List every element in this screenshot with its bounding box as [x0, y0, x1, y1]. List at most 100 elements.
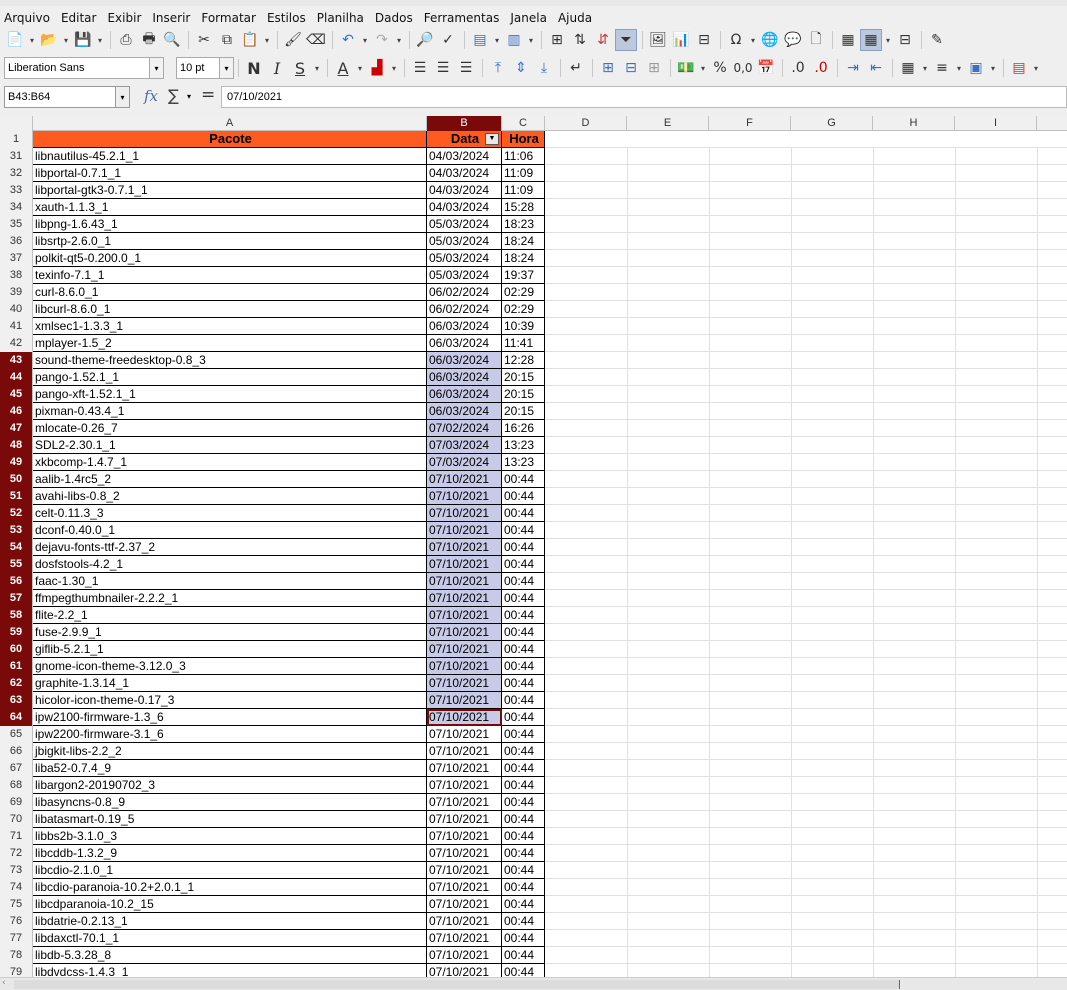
cell-hora[interactable]: 15:28 [502, 199, 545, 216]
cell-pacote[interactable]: SDL2-2.30.1_1 [33, 437, 427, 454]
cell-hora[interactable]: 00:44 [502, 471, 545, 488]
cell-pacote[interactable]: aalib-1.4rc5_2 [33, 471, 427, 488]
define-print-area-icon[interactable]: ▦ [837, 29, 859, 51]
cell-pacote[interactable]: avahi-libs-0.8_2 [33, 488, 427, 505]
row-number[interactable]: 60 [0, 641, 33, 658]
cell-data[interactable]: 07/10/2021 [427, 505, 502, 522]
cell-hora[interactable]: 00:44 [502, 607, 545, 624]
cell-hora[interactable]: 00:44 [502, 743, 545, 760]
cell-data[interactable]: 07/10/2021 [427, 522, 502, 539]
menu-item[interactable]: Inserir [152, 11, 190, 25]
cell-data[interactable]: 04/03/2024 [427, 182, 502, 199]
row-number[interactable]: 42 [0, 335, 33, 352]
row-number[interactable]: 52 [0, 505, 33, 522]
column-header-a[interactable]: A [33, 116, 427, 131]
column-header-i[interactable]: I [955, 116, 1037, 131]
cell-hora[interactable]: 00:44 [502, 896, 545, 913]
cell-hora[interactable]: 00:44 [502, 573, 545, 590]
cell-data[interactable]: 06/03/2024 [427, 369, 502, 386]
row-icon[interactable]: ▤ [469, 29, 491, 51]
auto-filter-chart-icon[interactable]: ⊞ [546, 29, 568, 51]
cell-pacote[interactable]: graphite-1.3.14_1 [33, 675, 427, 692]
cell-data[interactable]: 06/03/2024 [427, 386, 502, 403]
sort-descending-icon[interactable]: ⇵ [592, 29, 614, 51]
border-style-icon[interactable]: ≡ [931, 57, 953, 79]
cell-data[interactable]: 07/10/2021 [427, 539, 502, 556]
font-name-box[interactable]: Liberation Sans ▾ [4, 57, 164, 79]
autofilter-icon[interactable]: ⏷ [615, 29, 637, 51]
cell-data[interactable]: 07/10/2021 [427, 675, 502, 692]
currency-format-icon[interactable]: 💵 [675, 57, 697, 79]
cell-data[interactable]: 06/03/2024 [427, 335, 502, 352]
font-color-button[interactable]: A [332, 57, 354, 79]
cell-data[interactable]: 06/02/2024 [427, 301, 502, 318]
cell-hora[interactable]: 00:44 [502, 522, 545, 539]
row-number[interactable]: 34 [0, 199, 33, 216]
chevron-down-icon[interactable]: ▾ [219, 58, 233, 78]
cell-hora[interactable]: 00:44 [502, 794, 545, 811]
align-bottom-icon[interactable]: ⤓ [533, 57, 555, 79]
cell-hora[interactable]: 20:15 [502, 403, 545, 420]
row-number[interactable]: 71 [0, 828, 33, 845]
cell-pacote[interactable]: libdatrie-0.2.13_1 [33, 913, 427, 930]
column-icon[interactable]: ▥ [503, 29, 525, 51]
cell-hora[interactable]: 00:44 [502, 930, 545, 947]
chevron-down-icon[interactable]: ▾ [187, 92, 191, 101]
cell-pacote[interactable]: ffmpegthumbnailer-2.2.2_1 [33, 590, 427, 607]
chevron-down-icon[interactable]: ▾ [988, 57, 998, 79]
cell-pacote[interactable]: ipw2200-firmware-3.1_6 [33, 726, 427, 743]
hyperlink-icon[interactable]: 🌐 [759, 29, 781, 51]
menu-item[interactable]: Estilos [267, 11, 306, 25]
cell-pacote[interactable]: libdaxctl-70.1_1 [33, 930, 427, 947]
cell-data[interactable]: 07/10/2021 [427, 760, 502, 777]
wrap-text-icon[interactable]: ↵ [565, 57, 587, 79]
chevron-down-icon[interactable]: ▾ [698, 57, 708, 79]
cell-hora[interactable]: 02:29 [502, 284, 545, 301]
chevron-down-icon[interactable]: ▾ [394, 29, 404, 51]
cell-hora[interactable]: 13:23 [502, 454, 545, 471]
row-number[interactable]: 39 [0, 284, 33, 301]
row-number[interactable]: 1 [0, 131, 33, 148]
cell-hora[interactable]: 00:44 [502, 658, 545, 675]
cell-pacote[interactable]: pango-1.52.1_1 [33, 369, 427, 386]
delete-decimal-icon[interactable]: .0 [810, 57, 832, 79]
cell-data[interactable]: 04/03/2024 [427, 148, 502, 165]
cell-hora[interactable]: 19:37 [502, 267, 545, 284]
cell-data[interactable]: 07/10/2021 [427, 896, 502, 913]
cell-hora[interactable]: 12:28 [502, 352, 545, 369]
cell-hora[interactable]: 00:44 [502, 879, 545, 896]
cell-data[interactable]: 07/10/2021 [427, 556, 502, 573]
cell-pacote[interactable]: mlocate-0.26_7 [33, 420, 427, 437]
cell-hora[interactable]: 00:44 [502, 709, 545, 726]
copy-icon[interactable]: ⧉ [216, 29, 238, 51]
cell-hora[interactable]: 00:44 [502, 692, 545, 709]
menu-item[interactable]: Planilha [317, 11, 364, 25]
align-top-icon[interactable]: ⤒ [487, 57, 509, 79]
cell-data[interactable]: 07/10/2021 [427, 794, 502, 811]
cell-hora[interactable]: 00:44 [502, 760, 545, 777]
headers-footers-icon[interactable]: 🗋 [805, 29, 827, 51]
cell-data[interactable]: 07/10/2021 [427, 811, 502, 828]
select-all-corner[interactable] [0, 116, 33, 131]
menu-item[interactable]: Editar [61, 11, 97, 25]
cell-hora[interactable]: 00:44 [502, 913, 545, 930]
highlight-color-icon[interactable]: ▟ [366, 57, 388, 79]
cell-pacote[interactable]: libdb-5.3.28_8 [33, 947, 427, 964]
comment-icon[interactable]: 💬 [782, 29, 804, 51]
row-number[interactable]: 36 [0, 233, 33, 250]
cell-data[interactable]: 07/10/2021 [427, 488, 502, 505]
chevron-down-icon[interactable]: ▾ [526, 29, 536, 51]
merge-cells-icon[interactable]: ⊟ [620, 57, 642, 79]
row-number[interactable]: 59 [0, 624, 33, 641]
chevron-down-icon[interactable]: ▾ [27, 29, 37, 51]
row-number[interactable]: 54 [0, 539, 33, 556]
cell-data[interactable]: 07/10/2021 [427, 709, 502, 726]
row-number[interactable]: 74 [0, 879, 33, 896]
print-icon[interactable]: 🖶 [138, 29, 160, 51]
cell-pacote[interactable]: texinfo-7.1_1 [33, 267, 427, 284]
row-number[interactable]: 50 [0, 471, 33, 488]
conditional-format-icon[interactable]: ▤ [1008, 57, 1030, 79]
row-number[interactable]: 63 [0, 692, 33, 709]
cell-hora[interactable]: 18:24 [502, 233, 545, 250]
chevron-down-icon[interactable]: ▾ [492, 29, 502, 51]
